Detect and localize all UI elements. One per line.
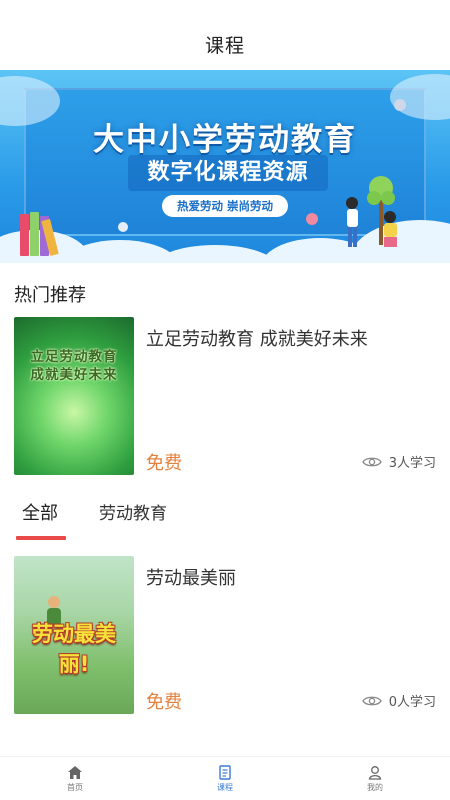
books-illustration — [20, 210, 64, 256]
section-title-hot: 热门推荐 — [14, 285, 86, 306]
promo-banner[interactable]: 大中小学劳动教育 数字化课程资源 热爱劳动 崇尚劳动 — [0, 70, 450, 263]
bottom-nav: 首页 课程 我的 — [0, 756, 450, 800]
thumbnail-text: 立足劳动教育 — [30, 349, 118, 365]
profile-icon — [368, 765, 382, 780]
course-price: 免费 — [146, 453, 182, 474]
hot-course-card[interactable]: 立足劳动教育 成就美好未来 立足劳动教育 成就美好未来 免费 3人学习 — [14, 317, 436, 477]
nav-item-profile[interactable]: 我的 — [300, 757, 450, 800]
ball-decoration — [394, 99, 406, 111]
nav-item-course[interactable]: 课程 — [150, 757, 300, 800]
thumbnail-text: 成就美好未来 — [30, 367, 118, 383]
course-title: 立足劳动教育 成就美好未来 — [146, 329, 368, 350]
nav-label: 我的 — [367, 782, 383, 792]
list-item[interactable]: 劳动最美丽! 劳动最美丽 免费 0人学习 — [14, 556, 436, 716]
course-price: 免费 — [146, 692, 182, 713]
tab-labor-education[interactable]: 劳动教育 — [99, 500, 167, 540]
tab-active-indicator — [16, 536, 66, 540]
nav-item-home[interactable]: 首页 — [0, 757, 150, 800]
banner-slogan: 热爱劳动 崇尚劳动 — [162, 195, 288, 217]
tab-all[interactable]: 全部 — [22, 500, 58, 540]
cloud-decoration — [150, 245, 280, 263]
learner-count: 0人学习 — [361, 691, 436, 710]
banner-title: 大中小学劳动教育 — [93, 122, 357, 158]
ball-decoration — [306, 213, 318, 225]
nav-label: 课程 — [217, 782, 233, 792]
ball-decoration — [118, 222, 128, 232]
learner-count: 3人学习 — [361, 452, 436, 471]
page-title: 课程 — [204, 34, 245, 57]
course-thumbnail: 劳动最美丽! — [14, 556, 134, 714]
thumbnail-text: 劳动最美丽! — [32, 622, 116, 676]
home-icon — [68, 765, 82, 779]
banner-subtitle: 数字化课程资源 — [128, 155, 328, 191]
course-title: 劳动最美丽 — [146, 568, 236, 589]
eye-icon — [361, 457, 382, 466]
kids-illustration — [346, 197, 397, 247]
course-icon — [219, 764, 231, 780]
category-tabs: 全部 劳动教育 — [0, 500, 450, 544]
learner-count-text: 0人学习 — [388, 695, 436, 710]
course-thumbnail: 立足劳动教育 成就美好未来 — [14, 317, 134, 475]
eye-icon — [361, 696, 382, 705]
nav-label: 首页 — [67, 782, 83, 792]
learner-count-text: 3人学习 — [388, 456, 436, 471]
header: 课程 — [0, 0, 450, 70]
